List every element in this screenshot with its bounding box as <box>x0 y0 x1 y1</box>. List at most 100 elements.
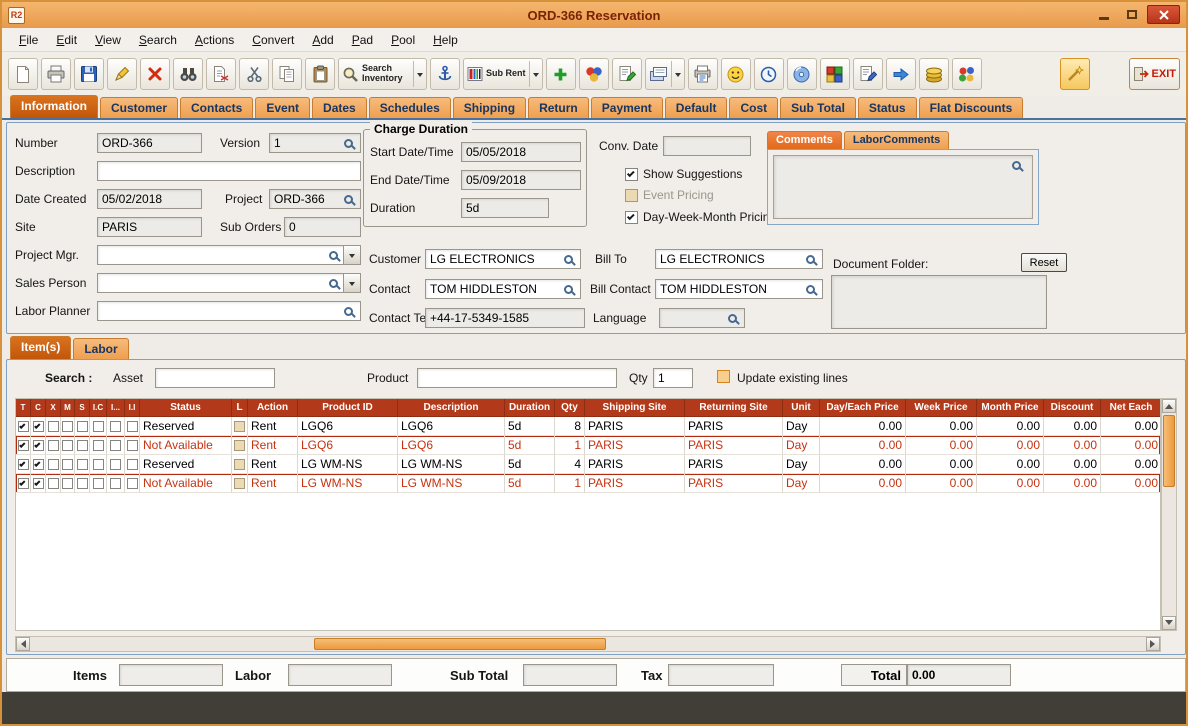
row-checkbox[interactable] <box>93 478 104 489</box>
tab-laborcomments[interactable]: LaborComments <box>844 131 949 150</box>
project-mgr-combo[interactable] <box>97 245 361 265</box>
column-header-week-price[interactable]: Week Price <box>906 399 977 417</box>
column-header-i-c[interactable]: I.C <box>90 399 107 417</box>
search-inventory-button[interactable]: Search Inventory <box>338 58 427 90</box>
column-header-unit[interactable]: Unit <box>783 399 820 417</box>
horizontal-scroll-thumb[interactable] <box>314 638 606 650</box>
cards-button[interactable] <box>645 58 685 90</box>
column-header-x[interactable]: X <box>46 399 61 417</box>
disc-button[interactable] <box>787 58 817 90</box>
duration-input[interactable]: 5d <box>461 198 549 218</box>
total-value-input[interactable]: 0.00 <box>907 664 1011 686</box>
tab-information[interactable]: Information <box>10 95 98 118</box>
labor-total-input[interactable] <box>288 664 392 686</box>
comments-textarea[interactable] <box>773 155 1033 219</box>
tab-payment[interactable]: Payment <box>591 97 663 118</box>
l-checkbox[interactable] <box>234 478 245 489</box>
row-checkbox[interactable] <box>93 421 104 432</box>
row-checkbox[interactable] <box>62 459 73 470</box>
column-header-duration[interactable]: Duration <box>505 399 555 417</box>
row-checkbox[interactable] <box>77 440 88 451</box>
l-checkbox[interactable] <box>234 459 245 470</box>
find-binoculars-button[interactable] <box>173 58 203 90</box>
row-checkbox[interactable] <box>127 440 138 451</box>
magic-wand-button[interactable] <box>1060 58 1090 90</box>
contact-magnifier-icon[interactable] <box>564 285 573 294</box>
sales-person-combo[interactable] <box>97 273 361 293</box>
project-mgr-dropdown-icon[interactable] <box>343 246 360 264</box>
maximize-button[interactable] <box>1119 5 1144 24</box>
document-scissors-button[interactable] <box>206 58 236 90</box>
row-checkbox[interactable] <box>110 440 121 451</box>
row-checkbox[interactable] <box>33 459 44 470</box>
bill-to-magnifier-icon[interactable] <box>806 255 815 264</box>
row-checkbox[interactable] <box>33 478 44 489</box>
table-row[interactable]: ReservedRentLG WM-NSLG WM-NS5d4PARISPARI… <box>16 455 1160 474</box>
scroll-left-button[interactable] <box>16 637 30 651</box>
column-header-l[interactable]: L <box>232 399 248 417</box>
description-input[interactable] <box>97 161 361 181</box>
contact-input[interactable]: TOM HIDDLESTON <box>425 279 581 299</box>
contact-tel-input[interactable]: +44-17-5349-1585 <box>425 308 585 328</box>
column-header-action[interactable]: Action <box>248 399 298 417</box>
row-checkbox[interactable] <box>48 459 59 470</box>
version-input[interactable]: 1 <box>269 133 361 153</box>
exit-button[interactable]: EXIT <box>1129 58 1180 90</box>
cut-button[interactable] <box>239 58 269 90</box>
scroll-up-button[interactable] <box>1162 399 1176 413</box>
anchor-button[interactable] <box>430 58 460 90</box>
asset-input[interactable] <box>155 368 275 388</box>
row-checkbox[interactable] <box>77 459 88 470</box>
row-checkbox[interactable] <box>62 478 73 489</box>
menu-item-help[interactable]: Help <box>424 29 467 51</box>
show-suggestions-checkbox[interactable] <box>625 168 638 181</box>
sub-rent-button[interactable]: Sub Rent <box>463 58 543 90</box>
menu-item-actions[interactable]: Actions <box>186 29 243 51</box>
row-checkbox[interactable] <box>48 421 59 432</box>
row-checkbox[interactable] <box>127 478 138 489</box>
column-header-s[interactable]: S <box>75 399 90 417</box>
paste-button[interactable] <box>305 58 335 90</box>
dropdown-arrow-icon[interactable] <box>413 61 423 87</box>
language-magnifier-icon[interactable] <box>728 314 737 323</box>
conv-date-input[interactable] <box>663 136 751 156</box>
comments-magnifier-icon[interactable] <box>1012 161 1021 170</box>
column-header-t[interactable]: T <box>16 399 31 417</box>
bill-contact-magnifier-icon[interactable] <box>806 285 815 294</box>
row-checkbox[interactable] <box>110 421 121 432</box>
qty-input[interactable]: 1 <box>653 368 693 388</box>
labor-planner-magnifier-icon[interactable] <box>344 307 353 316</box>
table-row[interactable]: Not AvailableRentLGQ6LGQ65d1PARISPARISDa… <box>16 436 1160 455</box>
project-input[interactable]: ORD-366 <box>269 189 361 209</box>
notepad-edit-button[interactable] <box>853 58 883 90</box>
coins-button[interactable] <box>919 58 949 90</box>
new-document-button[interactable] <box>8 58 38 90</box>
document-folder-box[interactable] <box>831 275 1047 329</box>
row-checkbox[interactable] <box>48 440 59 451</box>
end-date-input[interactable]: 05/09/2018 <box>461 170 581 190</box>
bill-to-input[interactable]: LG ELECTRONICS <box>655 249 823 269</box>
column-header-i[interactable]: I... <box>107 399 125 417</box>
column-header-qty[interactable]: Qty <box>555 399 585 417</box>
customer-input[interactable]: LG ELECTRONICS <box>425 249 581 269</box>
row-checkbox[interactable] <box>33 440 44 451</box>
language-input[interactable] <box>659 308 745 328</box>
sub-orders-input[interactable]: 0 <box>284 217 361 237</box>
update-existing-lines-checkbox[interactable] <box>717 370 730 383</box>
title-bar[interactable]: R2 ORD-366 Reservation <box>2 2 1186 28</box>
dropdown-arrow-icon[interactable] <box>671 61 681 87</box>
column-header-product-id[interactable]: Product ID <box>298 399 398 417</box>
menu-item-pool[interactable]: Pool <box>382 29 424 51</box>
table-row[interactable]: Not AvailableRentLG WM-NSLG WM-NS5d1PARI… <box>16 474 1160 493</box>
row-checkbox[interactable] <box>18 440 29 451</box>
tab-sub-total[interactable]: Sub Total <box>780 97 856 118</box>
tab-comments[interactable]: Comments <box>767 131 842 150</box>
l-checkbox[interactable] <box>234 440 245 451</box>
bill-contact-input[interactable]: TOM HIDDLESTON <box>655 279 823 299</box>
add-button[interactable] <box>546 58 576 90</box>
tab-contacts[interactable]: Contacts <box>180 97 253 118</box>
vertical-scrollbar[interactable] <box>1161 398 1177 631</box>
site-input[interactable]: PARIS <box>97 217 202 237</box>
row-checkbox[interactable] <box>93 440 104 451</box>
column-header-month-price[interactable]: Month Price <box>977 399 1044 417</box>
